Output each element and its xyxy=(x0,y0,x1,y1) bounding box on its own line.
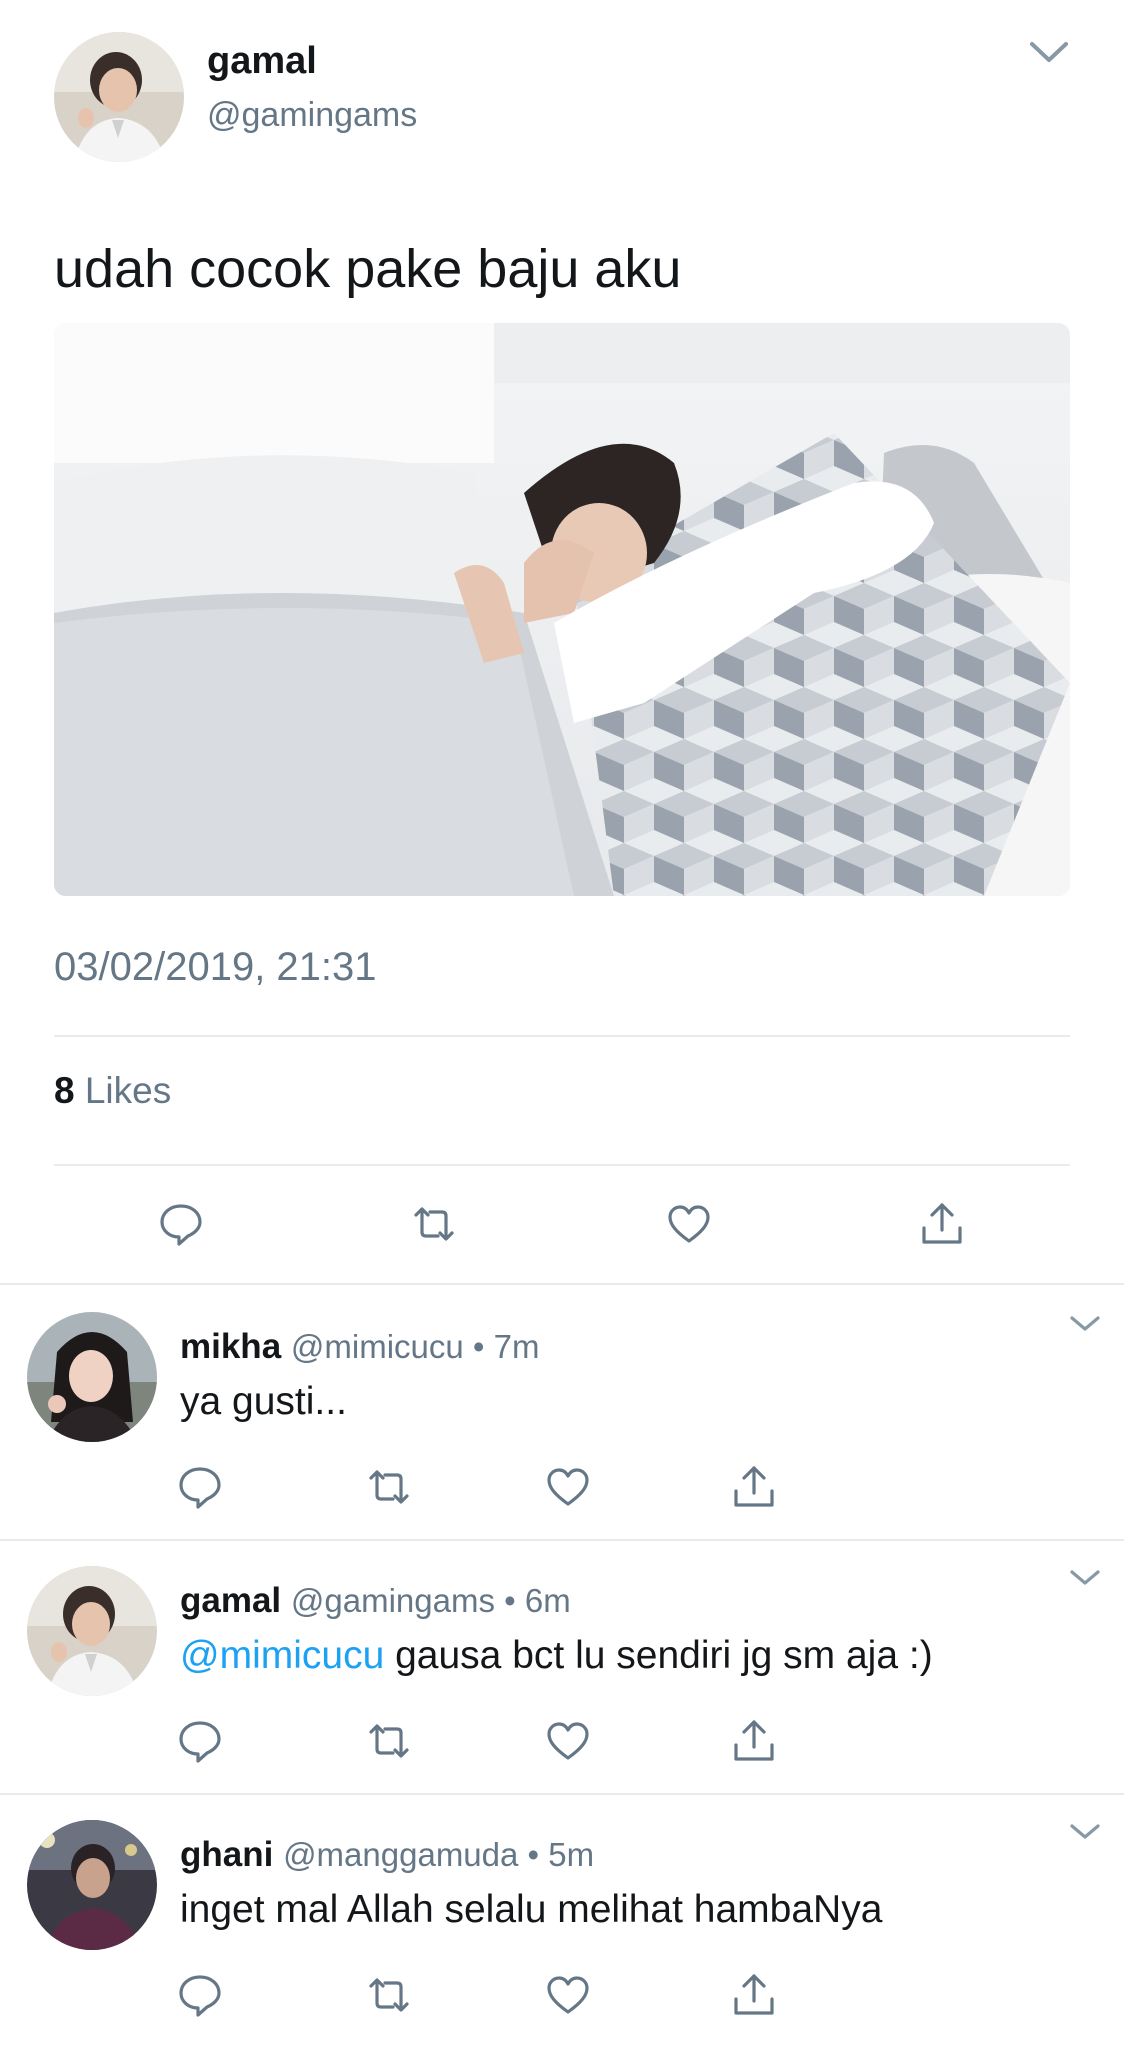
chevron-down-icon[interactable] xyxy=(1068,1313,1102,1335)
tweet-timestamp: 03/02/2019, 21:31 xyxy=(54,945,377,989)
reply-tweet[interactable]: ghani @manggamuda • 5m inget mal Allah s… xyxy=(0,1793,1124,2047)
reply-text: @mimicucu gausa bct lu sendiri jg sm aja… xyxy=(180,1634,933,1678)
reply-header: mikha @mimicucu • 7m xyxy=(180,1327,539,1367)
retweet-icon[interactable] xyxy=(410,1200,458,1248)
like-icon[interactable] xyxy=(544,1463,592,1511)
like-icon[interactable] xyxy=(665,1200,713,1248)
retweet-icon[interactable] xyxy=(365,1463,413,1511)
share-icon[interactable] xyxy=(730,1971,778,2019)
main-tweet: gamal @gamingams udah cocok pake baju ak… xyxy=(0,0,1124,1285)
divider xyxy=(0,1539,1124,1541)
reply-icon[interactable] xyxy=(176,1463,224,1511)
share-icon[interactable] xyxy=(918,1200,966,1248)
reply-tweet[interactable]: mikha @mimicucu • 7m ya gusti... xyxy=(0,1285,1124,1539)
reply-tweet[interactable]: gamal @gamingams • 6m @mimicucu gausa bc… xyxy=(0,1539,1124,1793)
mention-link[interactable]: @mimicucu xyxy=(180,1634,395,1677)
reply-time: 7m xyxy=(493,1328,540,1365)
divider xyxy=(54,1164,1070,1166)
reply-text-content: ya gusti... xyxy=(180,1380,347,1423)
separator-dot: • xyxy=(472,1328,494,1365)
likes-label: Likes xyxy=(84,1070,172,1111)
share-icon[interactable] xyxy=(730,1717,778,1765)
retweet-icon[interactable] xyxy=(365,1971,413,2019)
separator-dot: • xyxy=(527,1836,549,1873)
reply-icon[interactable] xyxy=(176,1717,224,1765)
reply-time: 5m xyxy=(548,1836,595,1873)
reply-header: gamal @gamingams • 6m xyxy=(180,1581,571,1621)
retweet-icon[interactable] xyxy=(365,1717,413,1765)
reply-text-content: inget mal Allah selalu melihat hambaNya xyxy=(180,1888,883,1931)
display-name[interactable]: mikha xyxy=(180,1327,291,1366)
reply-time: 6m xyxy=(524,1582,571,1619)
display-name[interactable]: gamal xyxy=(180,1581,291,1620)
handle[interactable]: @manggamuda xyxy=(283,1836,527,1873)
share-icon[interactable] xyxy=(730,1463,778,1511)
avatar[interactable] xyxy=(27,1312,157,1442)
avatar[interactable] xyxy=(27,1820,157,1950)
likes-count[interactable]: 8 Likes xyxy=(54,1070,171,1112)
reply-icon[interactable] xyxy=(157,1200,205,1248)
reply-text: ya gusti... xyxy=(180,1380,347,1424)
reply-text: inget mal Allah selalu melihat hambaNya xyxy=(180,1888,882,1932)
avatar[interactable] xyxy=(54,32,184,162)
handle[interactable]: @mimicucu xyxy=(291,1328,473,1365)
avatar[interactable] xyxy=(27,1566,157,1696)
display-name[interactable]: gamal xyxy=(207,40,317,83)
tweet-text: udah cocok pake baju aku xyxy=(54,239,682,299)
divider xyxy=(54,1035,1070,1037)
like-icon[interactable] xyxy=(544,1717,592,1765)
reply-header: ghani @manggamuda • 5m xyxy=(180,1835,594,1875)
reply-text-content: gausa bct lu sendiri jg sm aja :) xyxy=(395,1634,933,1677)
handle[interactable]: @gamingams xyxy=(207,96,417,135)
like-icon[interactable] xyxy=(544,1971,592,2019)
chevron-down-icon[interactable] xyxy=(1068,1821,1102,1843)
chevron-down-icon[interactable] xyxy=(1026,36,1072,70)
likes-number: 8 xyxy=(54,1070,75,1111)
display-name[interactable]: ghani xyxy=(180,1835,283,1874)
separator-dot: • xyxy=(504,1582,525,1619)
reply-icon[interactable] xyxy=(176,1971,224,2019)
handle[interactable]: @gamingams xyxy=(291,1582,504,1619)
tweet-photo[interactable] xyxy=(54,323,1070,896)
divider xyxy=(0,1793,1124,1795)
chevron-down-icon[interactable] xyxy=(1068,1567,1102,1589)
